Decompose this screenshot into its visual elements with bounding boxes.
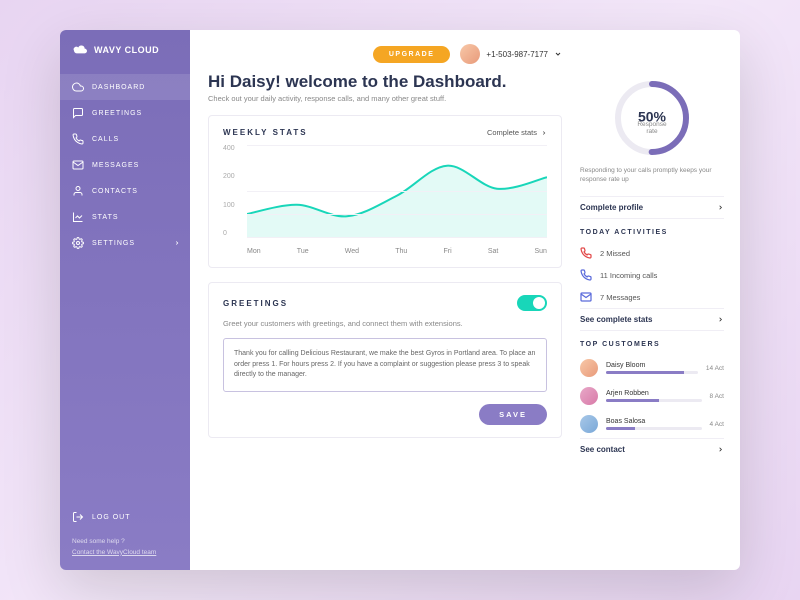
see-stats-link[interactable]: See complete stats xyxy=(580,308,724,330)
user-phone: +1-503-987-7177 xyxy=(486,50,548,59)
phone-icon xyxy=(72,133,84,145)
x-tick: Thu xyxy=(395,248,407,255)
x-tick: Tue xyxy=(297,248,309,255)
customer-row: Daisy Bloom 14 Act xyxy=(580,354,724,382)
gear-icon xyxy=(72,237,84,249)
sidebar-item-stats[interactable]: STATS xyxy=(60,204,190,230)
nav-label: CALLS xyxy=(92,136,119,143)
greetings-textarea[interactable]: Thank you for calling Delicious Restaura… xyxy=(223,338,547,392)
main: UPGRADE +1-503-987-7177 Hi Daisy! welcom… xyxy=(190,30,740,570)
user-menu[interactable]: +1-503-987-7177 xyxy=(460,44,562,64)
customer-value: 8 Act xyxy=(710,393,724,400)
chat-icon xyxy=(72,107,84,119)
sidebar-footer: LOG OUT Need some help ? Contact the Wav… xyxy=(60,493,190,570)
chevron-right-icon xyxy=(541,130,547,136)
see-contact-link[interactable]: See contact xyxy=(580,438,724,460)
greetings-title: GREETINGS xyxy=(223,299,288,308)
stats-card: WEEKLY STATS Complete stats 400 200 100 0 xyxy=(208,115,562,268)
right-column: 50% Response rate Responding to your cal… xyxy=(580,30,740,570)
mail-icon xyxy=(72,159,84,171)
stats-title: WEEKLY STATS xyxy=(223,128,308,137)
cloud-logo-icon xyxy=(72,44,88,56)
nav-label: GREETINGS xyxy=(92,110,142,117)
chevron-down-icon xyxy=(554,50,562,58)
user-icon xyxy=(72,185,84,197)
stats-icon xyxy=(72,211,84,223)
chevron-right-icon xyxy=(717,316,724,323)
activity-item: 7 Messages xyxy=(580,286,724,308)
nav-label: STATS xyxy=(92,214,119,221)
nav-label: DASHBOARD xyxy=(92,84,145,91)
activity-text: 11 Incoming calls xyxy=(600,271,657,280)
save-button[interactable]: SAVE xyxy=(479,404,547,425)
y-tick: 400 xyxy=(223,145,235,152)
page-subtitle: Check out your daily activity, response … xyxy=(208,94,562,103)
complete-profile-link[interactable]: Complete profile xyxy=(580,196,724,218)
customer-row: Arjen Robben 8 Act xyxy=(580,382,724,410)
greetings-card: GREETINGS Greet your customers with gree… xyxy=(208,282,562,438)
customers-title: TOP CUSTOMERS xyxy=(580,330,724,354)
chevron-right-icon xyxy=(174,240,180,246)
x-tick: Sun xyxy=(535,248,547,255)
chevron-right-icon xyxy=(717,204,724,211)
y-tick: 100 xyxy=(223,202,235,209)
customer-name: Boas Salosa xyxy=(606,418,702,425)
sidebar-item-contacts[interactable]: CONTACTS xyxy=(60,178,190,204)
avatar xyxy=(580,415,598,433)
weekly-chart: 400 200 100 0 Mon Tue Wed Thu Fri Sat Sun xyxy=(223,145,547,255)
nav-label: SETTINGS xyxy=(92,240,135,247)
greetings-toggle[interactable] xyxy=(517,295,547,311)
customer-value: 4 Act xyxy=(710,421,724,428)
avatar xyxy=(580,387,598,405)
customer-name: Daisy Bloom xyxy=(606,362,698,369)
avatar xyxy=(460,44,480,64)
chevron-right-icon xyxy=(717,446,724,453)
response-gauge: 50% Response rate xyxy=(580,78,724,158)
y-tick: 0 xyxy=(223,230,235,237)
activity-text: 7 Messages xyxy=(600,293,640,302)
brand-logo: WAVY CLOUD xyxy=(60,30,190,70)
sidebar-item-settings[interactable]: SETTINGS xyxy=(60,230,190,256)
gauge-note: Responding to your calls promptly keeps … xyxy=(580,166,724,184)
logout-icon xyxy=(72,511,84,523)
y-tick: 200 xyxy=(223,173,235,180)
cloud-icon xyxy=(72,81,84,93)
x-tick: Mon xyxy=(247,248,261,255)
incoming-icon xyxy=(580,269,592,281)
activity-text: 2 Missed xyxy=(600,249,630,258)
x-tick: Fri xyxy=(443,248,451,255)
contact-link[interactable]: Contact the WavyCloud team xyxy=(72,548,178,558)
nav-label: MESSAGES xyxy=(92,162,139,169)
sidebar-item-messages[interactable]: MESSAGES xyxy=(60,152,190,178)
gauge-label: Response rate xyxy=(632,121,672,135)
greetings-desc: Greet your customers with greetings, and… xyxy=(223,319,547,328)
sidebar-item-calls[interactable]: CALLS xyxy=(60,126,190,152)
activity-item: 11 Incoming calls xyxy=(580,264,724,286)
help-text: Need some help ? Contact the WavyCloud t… xyxy=(72,537,178,558)
customer-row: Boas Salosa 4 Act xyxy=(580,410,724,438)
page-title: Hi Daisy! welcome to the Dashboard. xyxy=(208,72,562,92)
avatar xyxy=(580,359,598,377)
topbar: UPGRADE +1-503-987-7177 xyxy=(208,44,562,64)
sidebar-item-dashboard[interactable]: DASHBOARD xyxy=(60,74,190,100)
complete-stats-link[interactable]: Complete stats xyxy=(487,128,547,137)
missed-icon xyxy=(580,247,592,259)
center-column: UPGRADE +1-503-987-7177 Hi Daisy! welcom… xyxy=(190,30,580,570)
activity-item: 2 Missed xyxy=(580,242,724,264)
sidebar-item-greetings[interactable]: GREETINGS xyxy=(60,100,190,126)
upgrade-button[interactable]: UPGRADE xyxy=(373,46,451,63)
activities-title: TODAY ACTIVITIES xyxy=(580,218,724,242)
customer-value: 14 Act xyxy=(706,365,724,372)
x-tick: Wed xyxy=(345,248,359,255)
logout-label: LOG OUT xyxy=(92,512,131,523)
message-icon xyxy=(580,291,592,303)
nav-label: CONTACTS xyxy=(92,188,138,195)
nav: DASHBOARD GREETINGS CALLS MESSAGES CONTACTS S… xyxy=(60,70,190,493)
x-tick: Sat xyxy=(488,248,499,255)
sidebar: WAVY CLOUD DASHBOARD GREETINGS CALLS MESSAG… xyxy=(60,30,190,570)
customer-name: Arjen Robben xyxy=(606,390,702,397)
logout-button[interactable]: LOG OUT xyxy=(72,505,178,529)
brand-name: WAVY CLOUD xyxy=(94,45,159,55)
